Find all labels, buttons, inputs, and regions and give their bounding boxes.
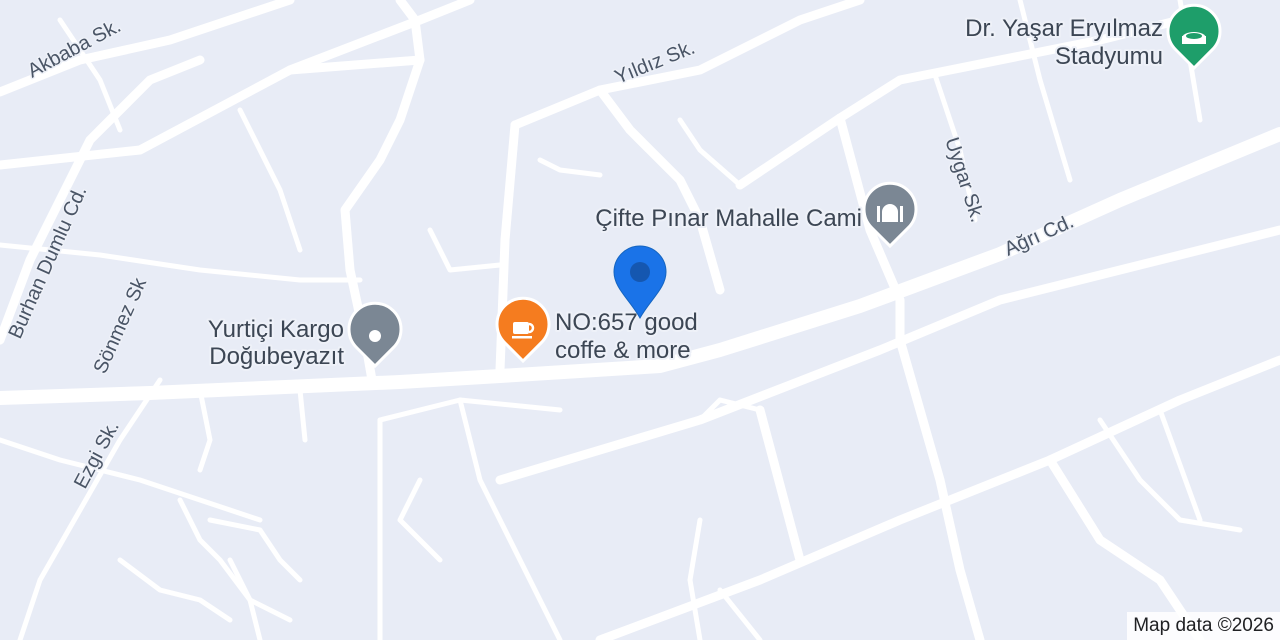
south-lane-2 xyxy=(717,587,763,640)
place-icon[interactable] xyxy=(347,301,403,369)
north-lane xyxy=(677,117,743,188)
map-attribution: Map data ©2026 xyxy=(1127,612,1280,640)
street-label-uygar: Uygar Sk. xyxy=(940,135,988,225)
street-label-agri: Ağrı Cd. xyxy=(1001,211,1077,261)
southwest-lane-3 xyxy=(117,557,233,623)
road-network: Akbaba Sk. Yıldız Sk. Burhan Dumlu Cd. S… xyxy=(0,0,1280,640)
south-connector-road xyxy=(755,405,805,565)
south-stub-road xyxy=(377,397,563,423)
street-label-burhan-dumlu: Burhan Dumlu Cd. xyxy=(4,183,91,342)
stadium-icon[interactable] xyxy=(1166,3,1222,71)
south-lane xyxy=(687,517,703,640)
street-label-akbaba: Akbaba Sk. xyxy=(24,15,125,82)
poi-kargo-label-line2: Doğubeyazıt xyxy=(209,343,344,370)
north-stub-lane xyxy=(537,157,603,178)
yildiz-road xyxy=(510,0,865,130)
south-central-lane xyxy=(397,477,443,563)
southwest-lane-2 xyxy=(207,517,303,583)
poi-yurtici-kargo[interactable]: Yurtiçi Kargo Doğubeyazıt xyxy=(206,301,403,372)
ezgi-road xyxy=(17,377,163,640)
southwest-lane-6 xyxy=(297,387,308,443)
street-label-sonmez: Sönmez Sk xyxy=(89,274,151,377)
poi-cafe-label-line2: coffe & more xyxy=(555,337,691,364)
inner-lane xyxy=(427,227,503,273)
poi-mosque[interactable]: Çifte Pınar Mahalle Cami xyxy=(593,181,918,249)
north-west-road xyxy=(0,0,475,170)
map-canvas[interactable]: Akbaba Sk. Yıldız Sk. Burhan Dumlu Cd. S… xyxy=(0,0,1280,640)
southwest-lane-1 xyxy=(177,497,293,623)
akbaba-road xyxy=(0,0,295,97)
southwest-lane-5 xyxy=(197,387,213,473)
poi-stadium-label-line1: Dr. Yaşar Eryılmaz xyxy=(965,15,1163,42)
south-diagonal-road xyxy=(457,397,563,640)
inner-west-road xyxy=(237,107,303,253)
poi-stadium-label-line2: Stadyumu xyxy=(1055,43,1163,70)
location-pin-icon[interactable] xyxy=(613,245,667,320)
poi-cafe-label-line1: NO:657 good xyxy=(555,309,698,336)
poi-cafe[interactable]: NO:657 good coffe & more xyxy=(495,296,700,366)
lower-west-road xyxy=(0,437,263,523)
south-east-road xyxy=(595,355,1280,640)
poi-mosque-label: Çifte Pınar Mahalle Cami xyxy=(595,205,862,232)
poi-kargo-label-line1: Yurtiçi Kargo xyxy=(208,316,344,343)
